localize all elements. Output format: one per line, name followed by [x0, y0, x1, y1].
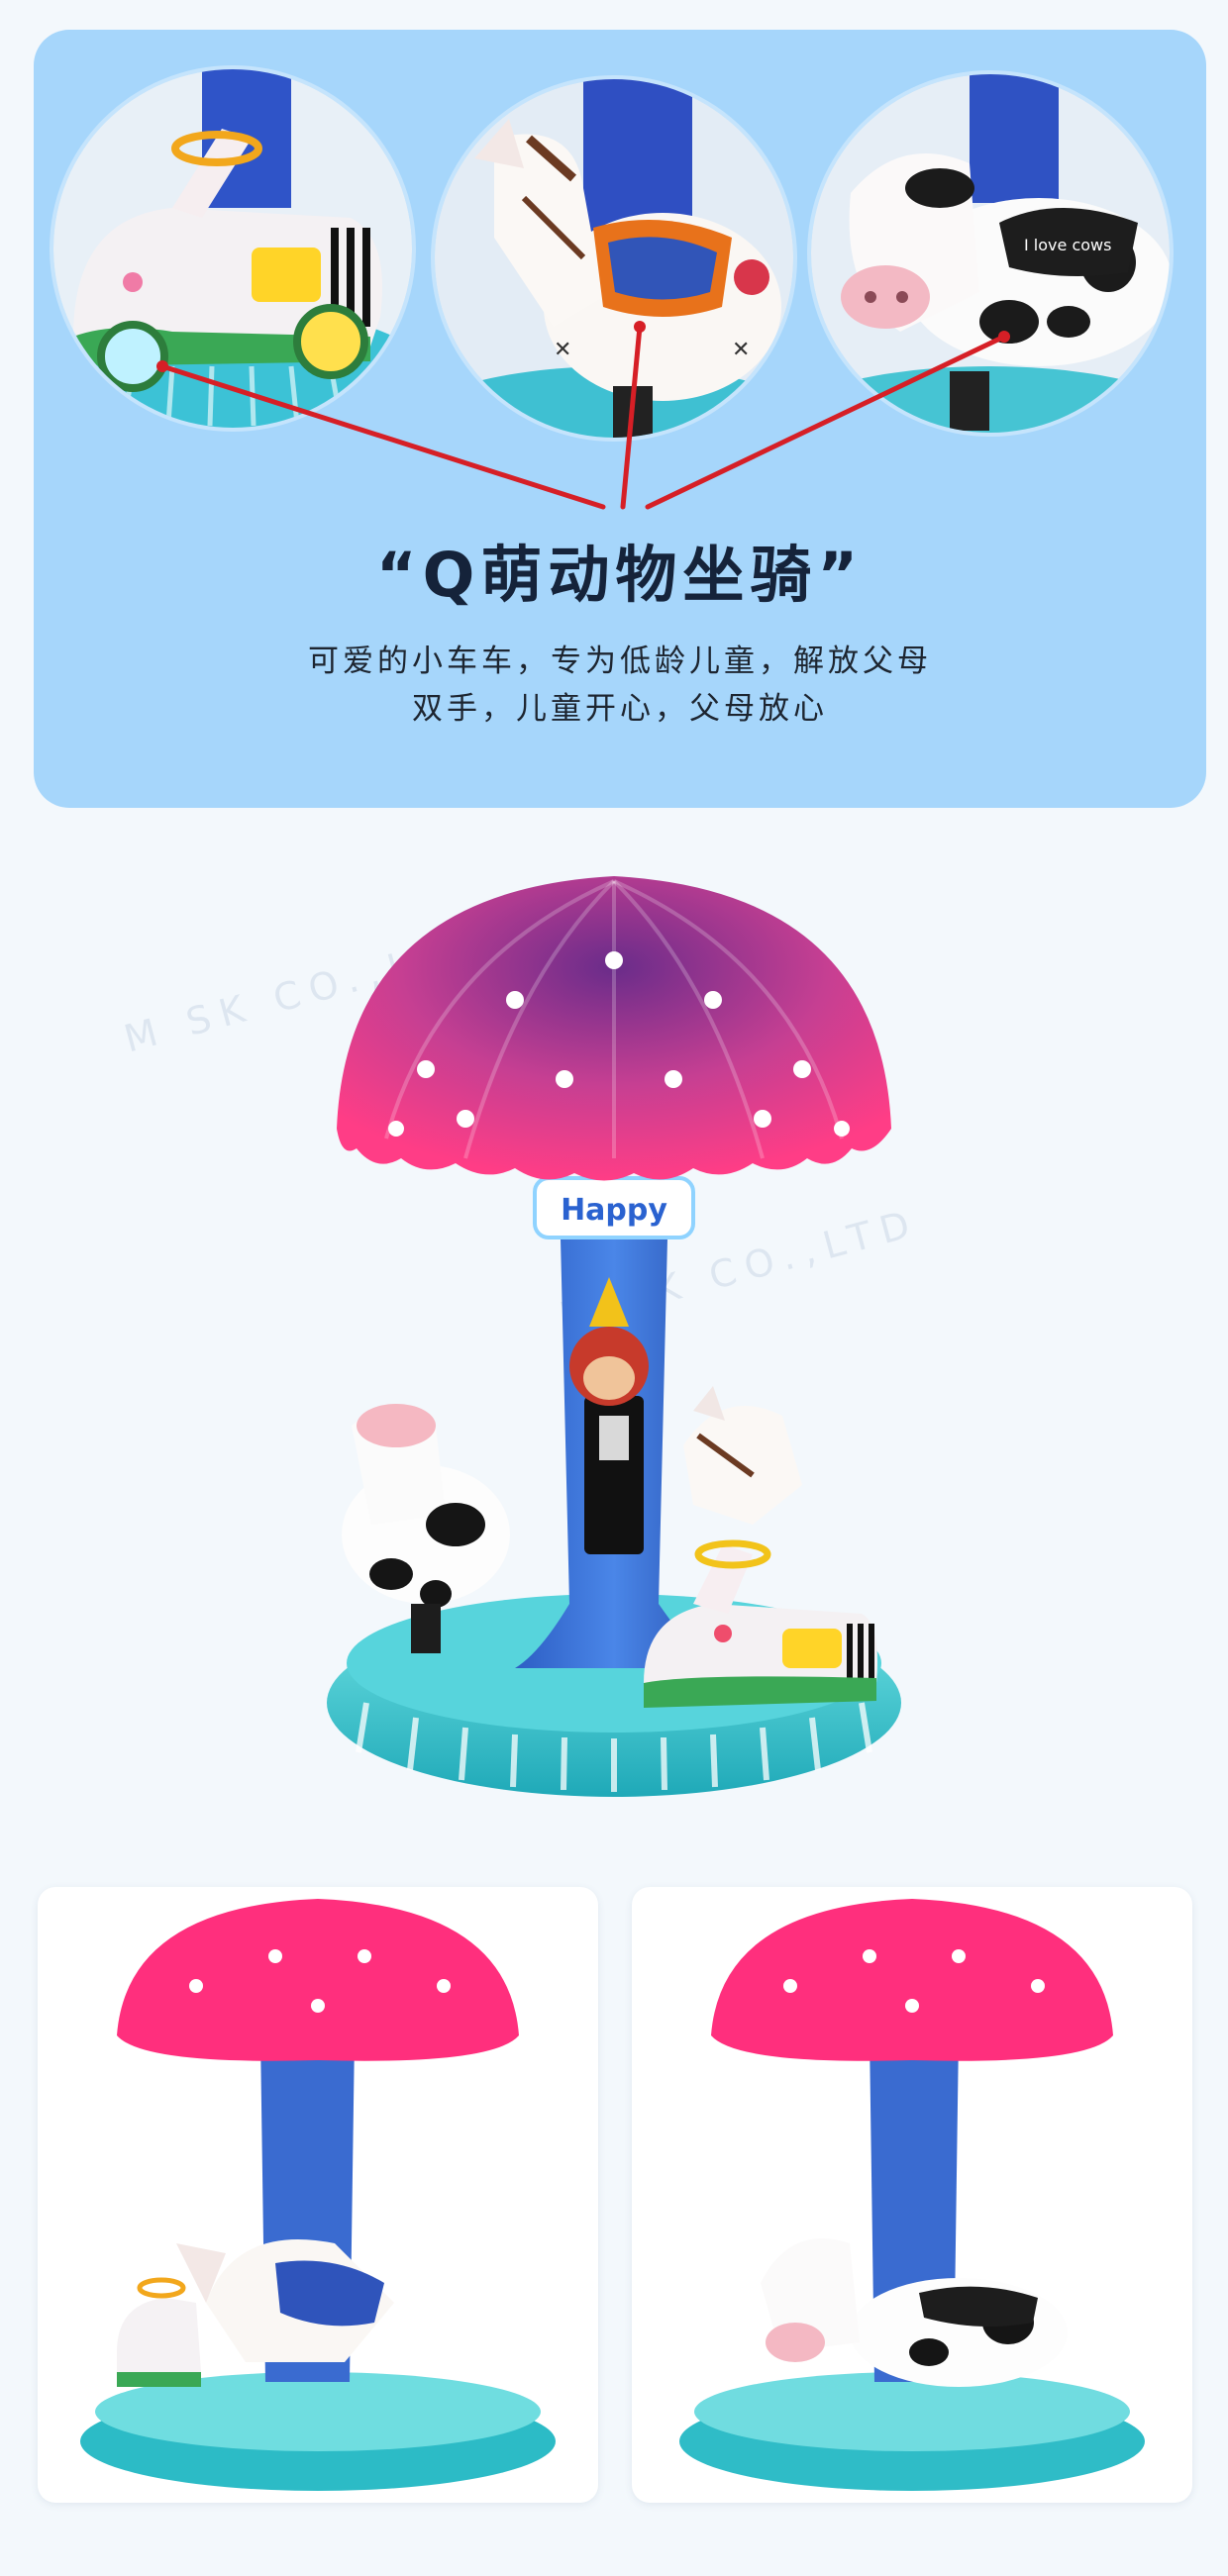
carousel-ride-illustration: Happy: [327, 876, 901, 1797]
feature-description-line-1: 可爱的小车车，专为低龄儿童，解放父母: [308, 644, 932, 679]
feature-headline: “Q萌动物坐骑”: [375, 539, 865, 611]
hero-product-section: M SK CO.,LTD M SK CO.,LTD Happy: [0, 832, 1228, 1861]
product-photo-card-horse-view: [38, 1887, 598, 2503]
horse-seat: [683, 1386, 802, 1525]
feature-description-line-2: 双手，儿童开心，父母放心: [412, 691, 828, 727]
feature-panel: ✕ ✕ I love cows “Q萌动物坐骑” 可爱的小车车，专为低龄儿童，解…: [34, 30, 1206, 808]
ride-sign-text: Happy: [561, 1193, 667, 1228]
product-photo-card-cow-view: [632, 1887, 1192, 2503]
car-seat: [644, 1539, 877, 1708]
